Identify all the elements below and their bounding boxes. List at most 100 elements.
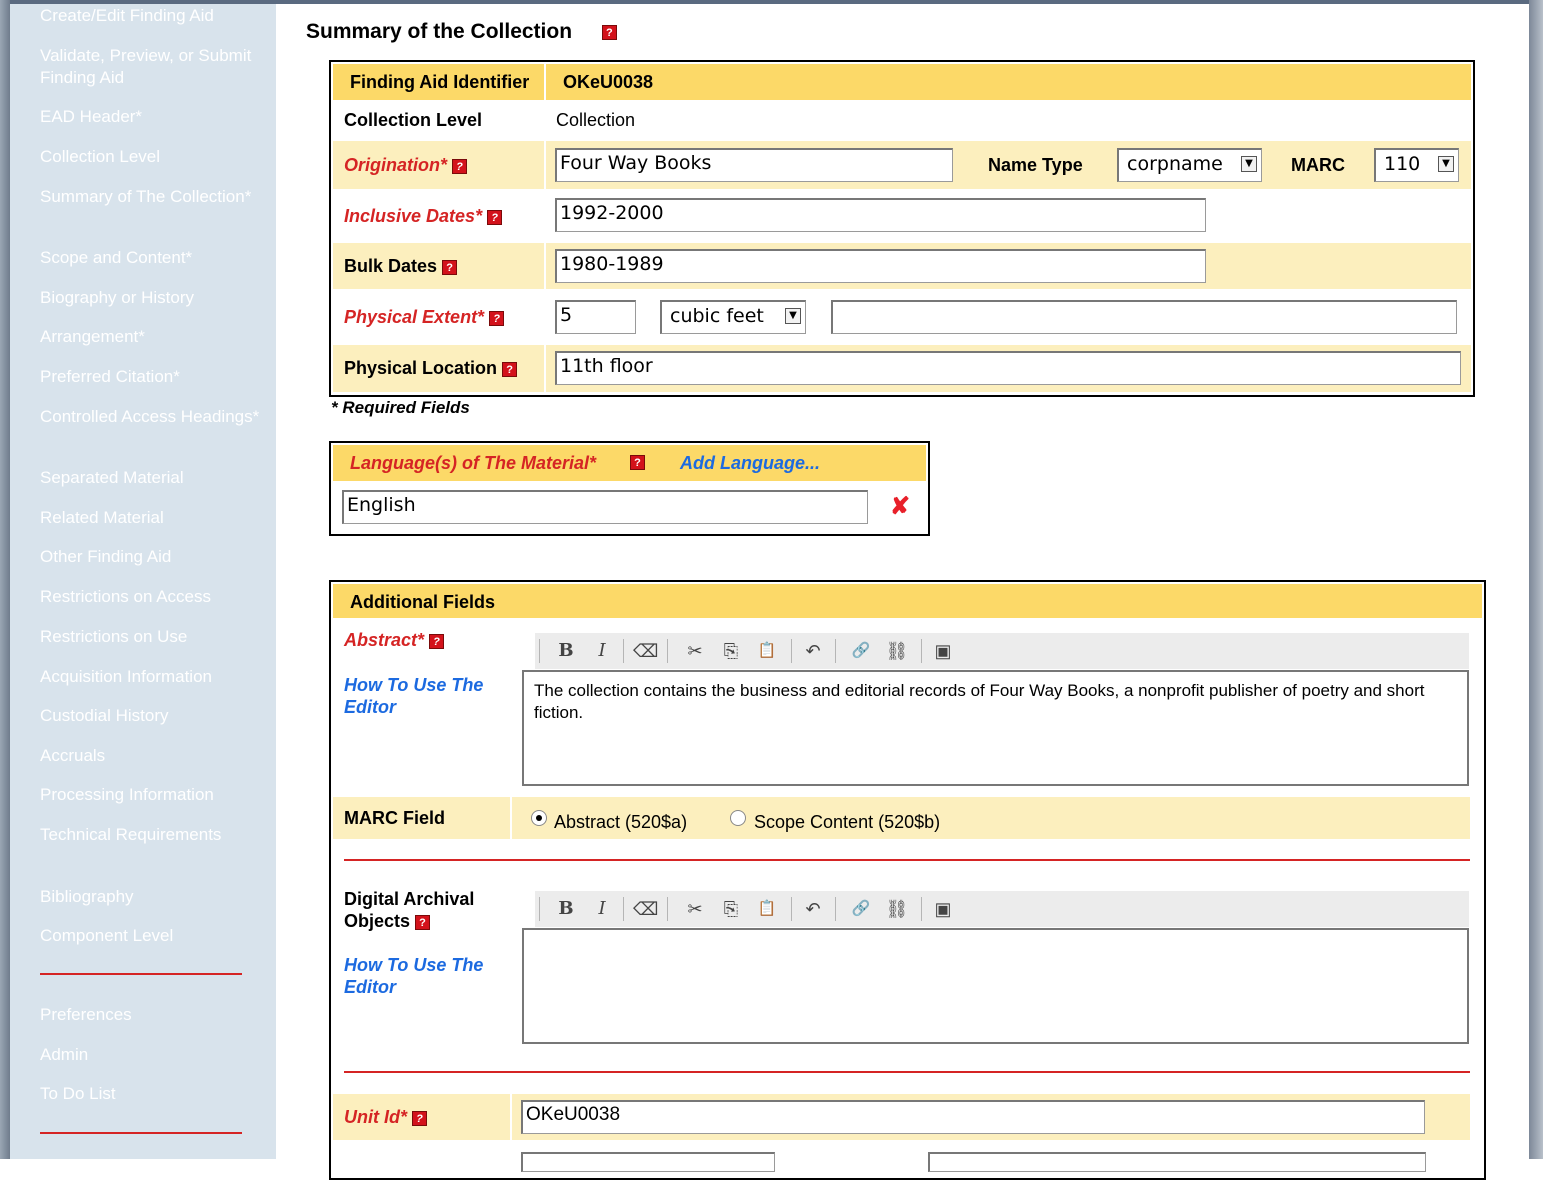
help-icon[interactable]: ? [489,310,505,326]
partial-select-below[interactable] [521,1152,775,1172]
sidebar-item-related[interactable]: Related Material [40,507,260,529]
copy-icon[interactable]: ⎘ [719,639,743,663]
bulk-dates-input[interactable]: 1980-1989 [555,249,1206,283]
paste-icon[interactable]: 📋 [755,639,779,663]
unlink-icon[interactable]: ⛓ [885,639,909,663]
toolbar-separator [539,897,540,921]
language-label: Language(s) of The Material* [350,453,597,473]
sidebar-item-todo[interactable]: To Do List [40,1083,260,1105]
sidebar-item-preferences[interactable]: Preferences [40,1004,260,1026]
how-to-use-editor-link[interactable]: How To Use The Editor [344,674,504,718]
copy-icon[interactable]: ⎘ [719,897,743,921]
help-icon[interactable]: ? [502,361,518,377]
bold-icon[interactable]: B [554,897,578,921]
marc-label: MARC [1291,155,1345,175]
remove-language-icon[interactable]: ✘ [890,492,910,521]
sidebar-item-restrictions-access[interactable]: Restrictions on Access [40,586,260,608]
bulk-dates-label-text: Bulk Dates [344,256,438,276]
section-divider [344,1071,1470,1073]
radio-abstract[interactable] [531,810,547,826]
italic-icon[interactable]: I [590,639,614,663]
eraser-icon[interactable]: ⌫ [633,639,658,663]
image-icon[interactable]: ▣ [931,897,955,921]
collection-level-label: Collection Level [344,110,483,130]
bold-icon[interactable]: B [554,639,578,663]
radio-scope-content[interactable] [730,810,746,826]
sidebar-item-other-finding-aid[interactable]: Other Finding Aid [40,546,260,568]
help-icon[interactable]: ? [630,455,645,470]
help-icon[interactable]: ? [429,633,445,649]
sidebar-item-scope[interactable]: Scope and Content* [40,247,260,269]
undo-icon[interactable]: ↶ [801,639,825,663]
paste-icon[interactable]: 📋 [755,897,779,921]
physical-extent-extra-input[interactable] [831,300,1457,334]
sidebar-item-bibliography[interactable]: Bibliography [40,886,260,908]
partial-input-below[interactable] [928,1152,1426,1172]
sidebar-item-admin[interactable]: Admin [40,1044,260,1066]
dao-editor[interactable] [522,928,1469,1044]
unit-id-input[interactable]: OKeU0038 [521,1100,1425,1134]
sidebar-item-create-edit[interactable]: Create/Edit Finding Aid [40,5,260,27]
cut-icon[interactable]: ✂ [683,897,707,921]
sidebar-item-custodial[interactable]: Custodial History [40,705,260,727]
additional-fields-title: Additional Fields [350,592,496,612]
sidebar-item-technical[interactable]: Technical Requirements [40,824,260,846]
how-to-use-editor-link[interactable]: How To Use The Editor [344,954,504,998]
physical-location-label: Physical Location ? [344,358,518,379]
name-type-select[interactable]: corpname ▼ [1117,148,1262,182]
italic-icon[interactable]: I [590,897,614,921]
sidebar-item-collection-level[interactable]: Collection Level [40,146,260,168]
sidebar-item-separated[interactable]: Separated Material [40,467,260,489]
unlink-icon[interactable]: ⛓ [885,897,909,921]
marc-select[interactable]: 110 ▼ [1374,148,1459,182]
inclusive-dates-label: Inclusive Dates* ? [344,206,503,227]
sidebar-item-summary[interactable]: Summary of The Collection* [40,186,260,208]
language-input[interactable]: English [342,490,868,524]
undo-icon[interactable]: ↶ [801,897,825,921]
physical-extent-input[interactable]: 5 [555,300,636,334]
physical-extent-unit-select[interactable]: cubic feet ▼ [660,300,806,334]
physical-location-input[interactable]: 11th floor [555,351,1461,385]
page-title: Summary of the Collection ? [306,20,617,44]
add-language-link[interactable]: Add Language... [680,453,820,474]
sidebar-item-accruals[interactable]: Accruals [40,745,260,767]
abstract-editor[interactable]: The collection contains the business and… [522,670,1469,786]
physical-extent-label-text: Physical Extent* [344,307,485,327]
chevron-down-icon: ▼ [1438,156,1454,172]
sidebar-item-controlled-access[interactable]: Controlled Access Headings* [40,406,260,428]
toolbar-separator [539,639,540,663]
abstract-label: Abstract* ? [344,630,445,651]
origination-label: Origination* ? [344,155,468,176]
sidebar-item-restrictions-use[interactable]: Restrictions on Use [40,626,260,648]
sidebar-item-validate[interactable]: Validate, Preview, or Submit Finding Aid [40,45,260,89]
origination-label-text: Origination* [344,155,447,175]
help-icon[interactable]: ? [442,259,458,275]
sidebar-item-ead-header[interactable]: EAD Header* [40,106,260,128]
help-icon[interactable]: ? [412,1110,428,1126]
window-scrollbar-right[interactable] [1529,0,1543,1159]
origination-input[interactable]: Four Way Books [555,148,953,182]
help-icon[interactable]: ? [415,914,431,930]
sidebar-item-acquisition[interactable]: Acquisition Information [40,666,260,688]
link-icon[interactable]: 🔗 [849,897,873,921]
help-icon[interactable]: ? [452,158,468,174]
dao-editor-toolbar: B I ⌫ ✂ ⎘ 📋 ↶ 🔗 ⛓ ▣ [535,891,1469,927]
required-fields-note: * Required Fields [331,398,470,417]
marc-value: 110 [1384,153,1421,175]
sidebar-item-processing[interactable]: Processing Information [40,784,260,806]
cut-icon[interactable]: ✂ [683,639,707,663]
sidebar-separator [40,973,242,975]
sidebar-item-component-level[interactable]: Component Level [40,925,260,947]
eraser-icon[interactable]: ⌫ [633,897,658,921]
section-divider [344,859,1470,861]
link-icon[interactable]: 🔗 [849,639,873,663]
toolbar-separator [623,897,624,921]
sidebar-item-citation[interactable]: Preferred Citation* [40,366,260,388]
image-icon[interactable]: ▣ [931,639,955,663]
sidebar-item-arrangement[interactable]: Arrangement* [40,326,260,348]
sidebar-item-biography[interactable]: Biography or History [40,287,260,309]
help-icon[interactable]: ? [601,24,617,40]
toolbar-separator [791,639,792,663]
help-icon[interactable]: ? [487,209,503,225]
inclusive-dates-input[interactable]: 1992-2000 [555,198,1206,232]
